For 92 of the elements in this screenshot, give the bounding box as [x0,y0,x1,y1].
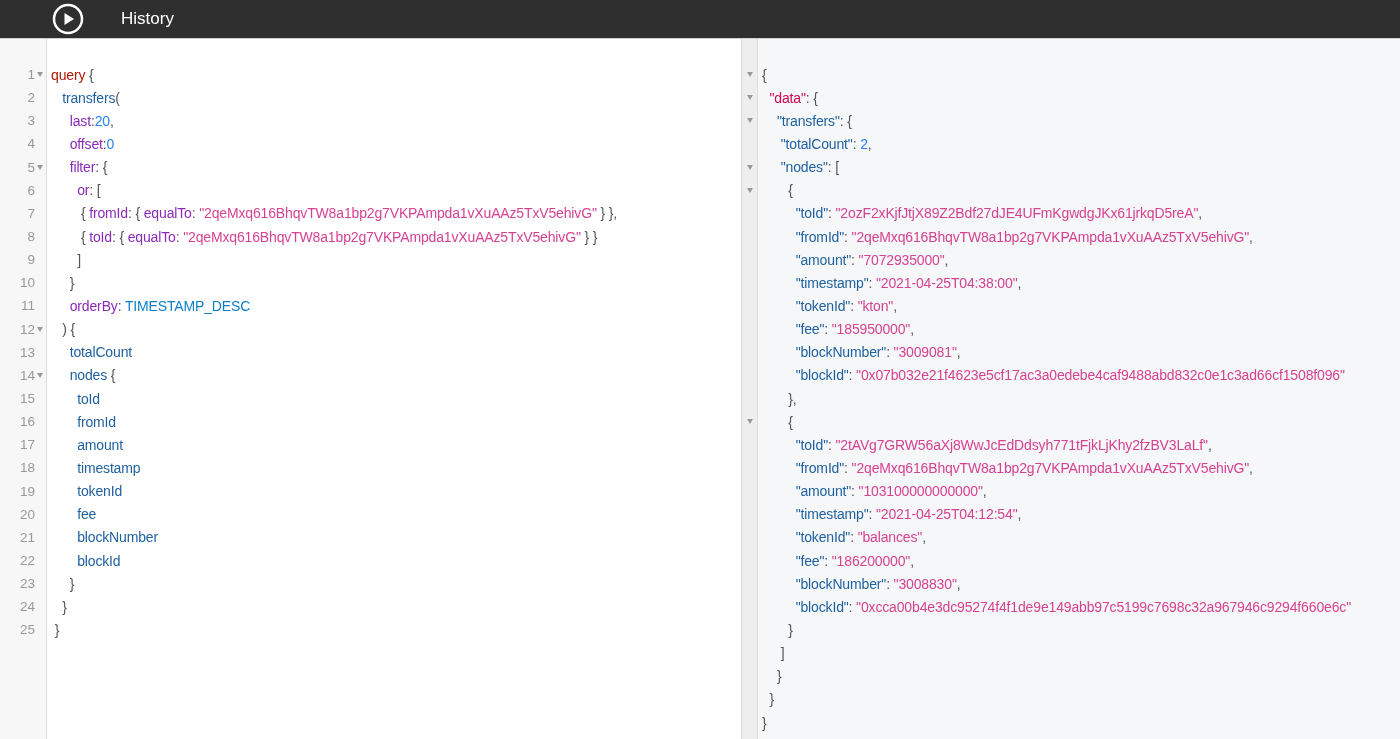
code-line: tokenId [76,483,123,500]
line-number: 17 [19,437,35,453]
code-line: "blockNumber": "3009081", [794,344,961,361]
line-number: 10 [19,275,35,291]
code-line: ] [779,645,785,662]
line-number: 23 [19,576,35,592]
line-number: 1 [27,67,35,83]
fold-arrow-icon[interactable] [746,118,753,124]
code-line: "totalCount": 2, [779,136,872,152]
line-number: 16 [19,414,35,430]
code-line: "fee": "185950000", [794,321,914,338]
code-line: totalCount [68,344,133,361]
line-number: 11 [21,298,35,314]
code-line: } [775,668,782,685]
code-line: "amount": "103100000000000", [794,483,987,500]
code-line: fromId [76,413,116,430]
code-line: "transfers": { [775,112,852,129]
line-number: 20 [19,506,35,522]
code-line: } [68,274,75,291]
code-line: }, [787,390,797,407]
code-line: offset:0 [68,136,115,152]
code-line: fee [76,506,97,523]
code-line: "blockId": "0xcca00b4e3dc95274f4f1de9e149abb97c5199c7698c32a967946c9294f660e6c" [794,598,1351,615]
code-line: toId [76,390,100,407]
code-line: query { [50,66,94,83]
line-number: 19 [19,483,35,499]
code-line: "data": { [768,89,818,106]
line-number: 21 [19,529,35,545]
code-line: ) { [61,321,75,338]
code-line: transfers( [61,89,120,106]
code-line: { fromId: { equalTo: "2qeMxq616BhqvTW8a1bp2g7VKPAmpda1vXuAAz5TxV5ehivG" } }, [79,205,617,222]
code-line: { [787,413,793,430]
line-number: 6 [27,182,35,198]
code-line: } [787,621,793,638]
line-number: 5 [27,159,35,175]
code-line: } [61,598,67,615]
code-line: } [53,621,60,638]
line-number: 14 [19,367,35,383]
line-number: 12 [19,321,35,337]
code-line: "fromId": "2qeMxq616BhqvTW8a1bp2g7VKPAmpda1vXuAAz5TxV5ehivG", [794,459,1253,476]
line-number: 22 [19,553,35,568]
run-button[interactable] [52,3,84,35]
code-line: timestamp [76,459,141,476]
line-number: 25 [19,622,35,638]
code-line: ] [76,251,81,268]
code-line: { toId: { equalTo: "2qeMxq616BhqvTW8a1bp2g7VKPAmpda1vXuAAz5TxV5ehivG" } } [79,228,598,245]
code-line: "toId": "2ozF2xKjfJtjX89Z2Bdf27dJE4UFmKgwdgJKx61jrkqD5reA", [794,205,1202,222]
code-line: { [761,66,767,83]
code-line: orderBy: TIMESTAMP_DESC [68,297,251,314]
code-line: "nodes": [ [779,159,839,176]
line-number: 9 [27,252,35,268]
line-number: 3 [27,113,35,129]
code-line: blockId [76,552,121,569]
code-line: "blockNumber": "3008830", [794,575,961,592]
line-number: 24 [19,599,35,615]
code-line: "blockId": "0x07b032e21f4623e5cf17ac3a0edebe4caf9488abd832c0e1c3ad66cf1508f096" [794,367,1345,384]
code-line: } [761,714,767,731]
play-icon [52,3,84,35]
fold-arrow-icon[interactable] [37,72,43,78]
history-button[interactable]: History [121,7,174,31]
code-line: "tokenId": "balances", [794,529,926,546]
code-line: amount [76,436,123,453]
code-line: "timestamp": "2021-04-25T04:38:00", [794,274,1022,291]
fold-arrow-icon[interactable] [746,95,753,101]
code-line: "timestamp": "2021-04-25T04:12:54", [794,506,1022,523]
line-number: 15 [19,391,35,407]
line-number: 2 [27,90,35,106]
code-line: } [768,691,774,708]
line-number: 18 [19,460,35,476]
fold-arrow-icon[interactable] [37,326,43,332]
fold-arrow-icon[interactable] [37,372,43,378]
code-line: "fromId": "2qeMxq616BhqvTW8a1bp2g7VKPAmpda1vXuAAz5TxV5ehivG", [794,228,1253,245]
code-line: { [787,182,793,199]
line-number: 8 [27,229,35,245]
fold-arrow-icon[interactable] [746,187,753,193]
code-line: nodes { [68,367,116,384]
code-line: "toId": "2tAVg7GRW56aXj8WwJcEdDdsyh771tFjkLjKhy2fzBV3LaLf", [794,436,1212,453]
line-number: 4 [27,136,35,152]
code-line: filter: { [68,159,108,176]
fold-arrow-icon[interactable] [746,164,753,170]
code-line: "fee": "186200000", [794,552,914,569]
code-line: "tokenId": "kton", [794,297,897,314]
code-line: blockNumber [76,529,158,546]
fold-arrow-icon[interactable] [746,72,753,78]
code-line: last:20, [68,112,114,129]
code-line: "amount": "7072935000", [794,251,949,268]
fold-arrow-icon[interactable] [37,164,43,170]
code-line: or: [ [76,182,101,199]
line-number: 7 [27,205,35,221]
line-number: 13 [19,344,35,360]
fold-arrow-icon[interactable] [746,419,753,425]
code-line: } [68,575,75,592]
